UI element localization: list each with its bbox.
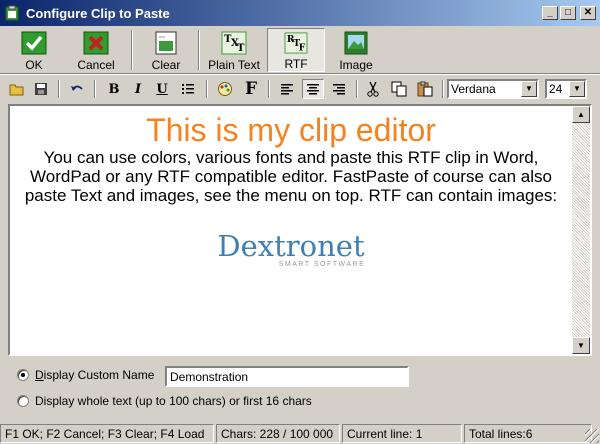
align-center-icon [307, 84, 319, 95]
bold-button[interactable]: B [103, 79, 125, 99]
image-icon [344, 31, 368, 55]
toolbar-separator [206, 80, 208, 98]
vertical-scrollbar[interactable]: ▲ ▼ [572, 106, 590, 354]
custom-name-input[interactable] [165, 366, 409, 387]
toolbar-separator [442, 80, 444, 98]
clear-document-icon [155, 31, 177, 55]
open-folder-icon [9, 84, 24, 96]
cancel-button[interactable]: Cancel [66, 28, 126, 72]
image-button[interactable]: Image [328, 28, 384, 72]
rtf-format-icon: R T F [284, 32, 308, 54]
align-right-icon [333, 84, 345, 95]
underline-icon: U [156, 81, 168, 97]
editor-body-text: You can use colors, various fonts and pa… [24, 148, 558, 205]
plain-text-button[interactable]: T X T Plain Text [204, 28, 264, 72]
whole-text-radio[interactable] [17, 395, 29, 407]
maximize-icon: □ [564, 7, 572, 18]
cancel-label: Cancel [77, 58, 115, 72]
scroll-up-icon[interactable]: ▲ [572, 106, 590, 123]
minimize-icon: _ [547, 7, 553, 18]
status-total-lines: Total lines:6 [464, 424, 592, 443]
undo-button[interactable] [66, 79, 88, 99]
underline-button[interactable]: U [151, 79, 173, 99]
rtf-label: RTF [284, 57, 308, 71]
toolbar-separator [198, 30, 200, 70]
toolbar-separator [94, 80, 96, 98]
bold-icon: B [108, 81, 120, 97]
undo-icon [71, 85, 83, 91]
font-name-value: Verdana [451, 82, 496, 96]
bullets-button[interactable] [177, 79, 199, 99]
ok-label: OK [25, 58, 43, 72]
italic-icon: I [134, 81, 142, 97]
custom-name-radio[interactable] [17, 369, 29, 381]
scroll-down-icon[interactable]: ▼ [572, 337, 590, 354]
rtf-button[interactable]: R T F RTF [267, 28, 325, 72]
paste-button[interactable] [414, 79, 436, 99]
bullet-list-icon [182, 84, 194, 94]
status-bar: F1 OK; F2 Cancel; F3 Clear; F4 Load Char… [0, 423, 600, 444]
rtf-editor[interactable]: This is my clip editor You can use color… [8, 104, 592, 356]
svg-text:F: F [299, 42, 306, 53]
logo-tagline: SMART SOFTWARE [278, 261, 366, 268]
scissors-icon [367, 81, 379, 97]
toolbar-separator [356, 80, 358, 98]
copy-button[interactable] [388, 79, 410, 99]
status-chars: Chars: 228 / 100 000 [216, 424, 340, 443]
chevron-down-icon[interactable]: ▼ [521, 81, 537, 97]
font-size-value: 24 [549, 82, 563, 96]
cross-icon [83, 31, 109, 55]
chevron-down-icon[interactable]: ▼ [569, 81, 585, 97]
align-left-button[interactable] [276, 79, 298, 99]
plain-text-label: Plain Text [208, 58, 260, 72]
clipboard-app-icon [5, 5, 19, 21]
copy-icon [391, 81, 407, 97]
font-name-select[interactable]: Verdana ▼ [447, 79, 539, 99]
align-left-icon [281, 84, 293, 95]
image-label: Image [339, 58, 373, 72]
toolbar-separator [131, 30, 133, 70]
font-icon: F [244, 79, 258, 99]
whole-text-label[interactable]: Display whole text (up to 100 chars) or … [35, 394, 312, 408]
format-toolbar: B I U F Verdana ▼ 24 ▼ [0, 76, 600, 102]
title-bar[interactable]: Configure Clip to Paste _ □ ✕ [0, 0, 600, 26]
close-button[interactable]: ✕ [580, 6, 596, 20]
text-format-icon: T X T [221, 31, 247, 55]
font-size-select[interactable]: 24 ▼ [545, 79, 587, 99]
toolbar-separator [58, 80, 60, 98]
open-button[interactable] [6, 79, 28, 99]
editor-content[interactable]: This is my clip editor You can use color… [10, 106, 572, 354]
main-toolbar: OK Cancel Clear T X T Plain Text R T F R… [0, 26, 600, 74]
paste-icon [417, 81, 433, 97]
align-center-button[interactable] [302, 79, 324, 99]
minimize-button[interactable]: _ [542, 6, 558, 20]
resize-grip-icon[interactable] [585, 429, 599, 443]
dextronet-logo: Dextronet SMART SOFTWARE [10, 231, 572, 269]
clear-button[interactable]: Clear [138, 28, 194, 72]
close-icon: ✕ [583, 7, 593, 18]
logo-name: Dextronet [217, 229, 365, 263]
maximize-button[interactable]: □ [560, 6, 576, 20]
ok-button[interactable]: OK [6, 28, 62, 72]
editor-heading: This is my clip editor [146, 112, 436, 148]
save-button[interactable] [30, 79, 52, 99]
color-button[interactable] [214, 79, 236, 99]
status-current-line: Current line: 1 [342, 424, 462, 443]
window-title: Configure Clip to Paste [26, 5, 170, 21]
svg-text:T: T [237, 43, 245, 54]
color-palette-icon [218, 82, 232, 96]
align-right-button[interactable] [328, 79, 350, 99]
save-disk-icon [35, 83, 47, 95]
cut-button[interactable] [362, 79, 384, 99]
checkmark-icon [21, 31, 47, 55]
italic-button[interactable]: I [127, 79, 149, 99]
custom-name-label[interactable]: Display Custom Name [35, 368, 154, 382]
clear-label: Clear [151, 58, 181, 72]
status-shortcuts: F1 OK; F2 Cancel; F3 Clear; F4 Load [0, 424, 214, 443]
font-button[interactable]: F [240, 79, 262, 99]
toolbar-separator [268, 80, 270, 98]
